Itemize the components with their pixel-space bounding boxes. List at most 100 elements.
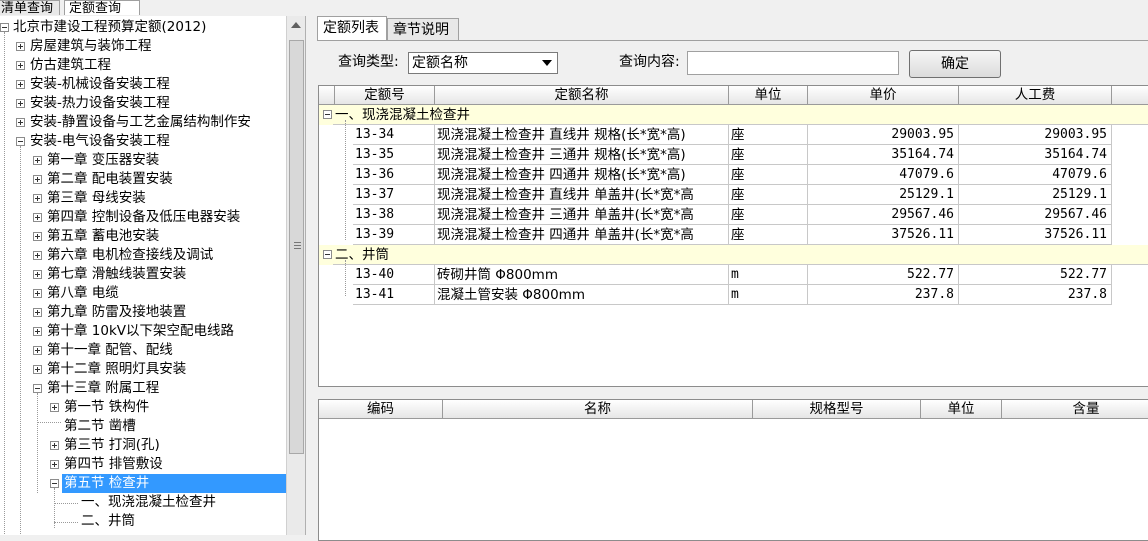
tree-chapter[interactable]: 第一章 变压器安装 — [47, 151, 159, 170]
expand-icon[interactable] — [33, 308, 42, 317]
tree-chapter[interactable]: 第三章 母线安装 — [47, 189, 146, 208]
header-res-name[interactable]: 名称 — [443, 400, 753, 419]
expand-icon[interactable] — [33, 365, 42, 374]
tree-scrollbar[interactable] — [286, 16, 305, 535]
resource-grid[interactable]: 编码 名称 规格型号 单位 含量 — [318, 399, 1148, 541]
group-row[interactable]: 二、井筒 — [319, 245, 1148, 265]
expand-icon[interactable] — [33, 346, 42, 355]
table-row[interactable]: 13-37 现浇混凝土检查井 直线井 单盖井(长*宽*高 座 25129.1 2… — [319, 185, 1148, 205]
tree-guide — [54, 503, 78, 504]
expand-icon[interactable] — [16, 99, 25, 108]
expand-icon[interactable] — [16, 118, 25, 127]
expand-icon[interactable] — [33, 327, 42, 336]
table-row[interactable]: 13-39 现浇混凝土检查井 四通井 单盖井(长*宽*高 座 37526.11 … — [319, 225, 1148, 245]
expand-icon[interactable] — [50, 403, 59, 412]
header-price[interactable]: 单价 — [808, 86, 959, 105]
cell-name: 砖砌井筒 Φ800mm — [435, 265, 729, 285]
expand-icon[interactable] — [33, 194, 42, 203]
table-row[interactable]: 13-34 现浇混凝土检查井 直线井 规格(长*宽*高) 座 29003.95 … — [319, 125, 1148, 145]
expand-icon[interactable] — [50, 441, 59, 450]
tree-chapter[interactable]: 第十二章 照明灯具安装 — [47, 360, 186, 379]
expand-icon[interactable] — [33, 213, 42, 222]
header-res-spec[interactable]: 规格型号 — [753, 400, 921, 419]
tree-subsection[interactable]: 二、井筒 — [81, 512, 135, 531]
table-row[interactable]: 13-36 现浇混凝土检查井 四通井 规格(长*宽*高) 座 47079.6 4… — [319, 165, 1148, 185]
table-row[interactable]: 13-35 现浇混凝土检查井 三通井 规格(长*宽*高) 座 35164.74 … — [319, 145, 1148, 165]
tree-section[interactable]: 第三节 打洞(孔) — [64, 436, 160, 455]
tree-item-mechanical[interactable]: 安装-机械设备安装工程 — [30, 75, 170, 94]
expand-icon[interactable] — [16, 61, 25, 70]
collapse-icon[interactable] — [33, 384, 42, 393]
tree-chapter[interactable]: 第二章 配电装置安装 — [47, 170, 173, 189]
confirm-button[interactable]: 确定 — [909, 50, 1001, 78]
tree-chapter[interactable]: 第四章 控制设备及低压电器安装 — [47, 208, 240, 227]
header-more — [1112, 86, 1148, 105]
cell-price: 35164.74 — [808, 145, 959, 165]
cell-price: 29003.95 — [808, 125, 959, 145]
tree-item-building[interactable]: 房屋建筑与装饰工程 — [30, 37, 152, 56]
table-row[interactable]: 13-38 现浇混凝土检查井 三通井 单盖井(长*宽*高 座 29567.46 … — [319, 205, 1148, 225]
collapse-icon[interactable] — [0, 23, 9, 32]
scroll-thumb[interactable] — [289, 40, 304, 454]
table-row[interactable]: 13-40 砖砌井筒 Φ800mm m 522.77 522.77 — [319, 265, 1148, 285]
tab-quota-list[interactable]: 定额列表 — [317, 16, 387, 40]
tab-chapter-notes[interactable]: 章节说明 — [387, 18, 459, 40]
right-panel: 定额列表 章节说明 查询类型: 定额名称 查询内容: 确定 定额号 定额名称 单… — [312, 16, 1148, 541]
expand-icon[interactable] — [33, 175, 42, 184]
header-unit[interactable]: 单位 — [729, 86, 808, 105]
tree-root[interactable]: 北京市建设工程预算定额(2012) — [13, 18, 206, 37]
tree-subsection[interactable]: 一、现浇混凝土检查井 — [81, 493, 216, 512]
tree-section[interactable]: 第四节 排管敷设 — [64, 455, 163, 474]
expand-icon[interactable] — [16, 80, 25, 89]
group-row[interactable]: 一、现浇混凝土检查井 — [319, 105, 1148, 125]
tree-chapter[interactable]: 第十章 10kV以下架空配电线路 — [47, 322, 234, 341]
cell-code: 13-34 — [353, 125, 435, 145]
tree-section[interactable]: 第二节 凿槽 — [64, 417, 136, 436]
header-code[interactable]: 定额号 — [335, 86, 435, 105]
expand-icon[interactable] — [33, 156, 42, 165]
tab-quota-query[interactable]: 定额查询 — [64, 0, 140, 15]
query-type-label: 查询类型: — [338, 54, 399, 70]
dropdown-arrow-icon[interactable] — [542, 60, 552, 66]
quota-grid[interactable]: 定额号 定额名称 单位 单价 人工费 一、现浇混凝土检查井 13-34 现浇混凝… — [318, 85, 1148, 387]
tree-chapter[interactable]: 第九章 防雷及接地装置 — [47, 303, 186, 322]
tree-item-antique[interactable]: 仿古建筑工程 — [30, 56, 111, 75]
quota-tree[interactable]: 北京市建设工程预算定额(2012) 房屋建筑与装饰工程 仿古建筑工程 安装-机械… — [0, 16, 306, 535]
expand-icon[interactable] — [33, 270, 42, 279]
cell-labor: 29003.95 — [959, 125, 1112, 145]
tree-chapter[interactable]: 第六章 电机检查接线及调试 — [47, 246, 213, 265]
query-content-input[interactable] — [687, 51, 899, 75]
tree-chapter[interactable]: 第十一章 配管、配线 — [47, 341, 173, 360]
tree-chapter[interactable]: 第八章 电缆 — [47, 284, 119, 303]
header-res-code[interactable]: 编码 — [319, 400, 443, 419]
collapse-icon[interactable] — [50, 479, 59, 488]
header-name[interactable]: 定额名称 — [435, 86, 729, 105]
tree-item-thermal[interactable]: 安装-热力设备安装工程 — [30, 94, 170, 113]
tree-item-static-equipment[interactable]: 安装-静置设备与工艺金属结构制作安 — [30, 113, 285, 132]
expand-icon[interactable] — [33, 232, 42, 241]
tree-guide — [37, 393, 38, 493]
header-res-amount[interactable]: 含量 — [1002, 400, 1148, 419]
collapse-icon[interactable] — [323, 110, 332, 119]
table-row[interactable]: 13-41 混凝土管安装 Φ800mm m 237.8 237.8 — [319, 285, 1148, 305]
collapse-icon[interactable] — [323, 250, 332, 259]
tree-item-electrical[interactable]: 安装-电气设备安装工程 — [30, 132, 170, 151]
cell-code: 13-39 — [353, 225, 435, 245]
collapse-icon[interactable] — [16, 137, 25, 146]
tab-bill-query[interactable]: 清单查询 — [0, 0, 60, 15]
tree-section-selected[interactable]: 第五节 检查井 — [62, 474, 286, 493]
query-type-select[interactable]: 定额名称 — [408, 52, 558, 74]
expand-icon[interactable] — [33, 251, 42, 260]
expand-icon[interactable] — [50, 460, 59, 469]
scroll-up-icon[interactable] — [291, 22, 301, 28]
header-res-unit[interactable]: 单位 — [921, 400, 1002, 419]
expand-icon[interactable] — [33, 289, 42, 298]
tree-chapter[interactable]: 第十三章 附属工程 — [47, 379, 159, 398]
cell-code: 13-41 — [353, 285, 435, 305]
tree-guide — [345, 120, 346, 240]
tree-chapter[interactable]: 第五章 蓄电池安装 — [47, 227, 159, 246]
tree-section[interactable]: 第一节 铁构件 — [64, 398, 149, 417]
header-labor[interactable]: 人工费 — [959, 86, 1112, 105]
tree-chapter[interactable]: 第七章 滑触线装置安装 — [47, 265, 186, 284]
expand-icon[interactable] — [16, 42, 25, 51]
